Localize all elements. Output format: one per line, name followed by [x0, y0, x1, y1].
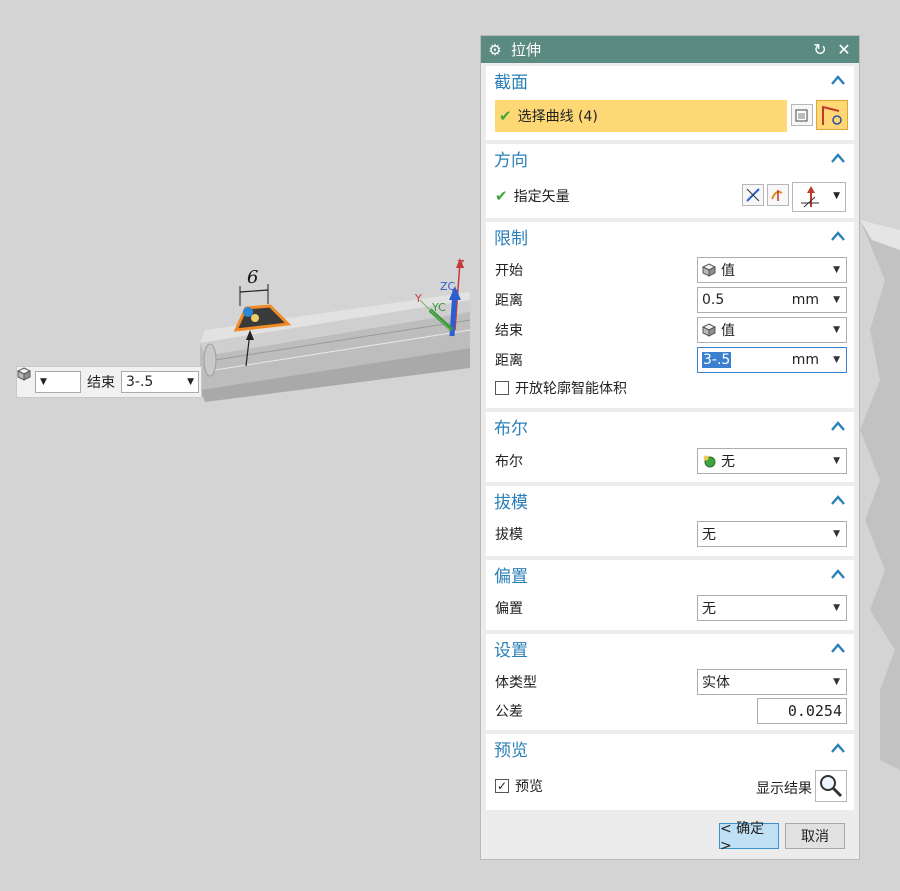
- magnifier-icon: [820, 775, 843, 798]
- chevron-down-icon: ▼: [833, 456, 840, 466]
- sketch-icon: [795, 109, 808, 122]
- offset-panel: 偏置 偏置 无 ▼: [486, 560, 854, 630]
- curve-button[interactable]: [816, 100, 848, 130]
- offset-dropdown[interactable]: 无 ▼: [697, 595, 847, 621]
- chevron-up-icon[interactable]: [830, 642, 846, 654]
- mini-toolbar: ▼ 结束 3-.5 ▼: [16, 366, 202, 398]
- start-type-dropdown[interactable]: 值 ▼: [697, 257, 847, 283]
- dialog-title: 拉伸: [511, 41, 542, 59]
- svg-text:Z: Z: [457, 258, 465, 271]
- reverse-direction-icon: [746, 188, 760, 202]
- sketch-section-button[interactable]: [791, 104, 813, 126]
- settings-header[interactable]: 设置: [486, 634, 854, 662]
- gear-icon[interactable]: ⚙: [487, 41, 503, 59]
- mini-end-label: 结束: [87, 375, 115, 391]
- preview-header[interactable]: 预览: [486, 734, 854, 762]
- mini-end-value-field[interactable]: 3-.5 ▼: [121, 371, 199, 393]
- chevron-down-icon: ▼: [833, 295, 840, 305]
- sketch-point: [243, 307, 253, 317]
- gear-part: [860, 220, 900, 770]
- preview-panel: 预览 ✓ 预览 显示结果: [486, 734, 854, 810]
- section-header[interactable]: 截面: [486, 66, 854, 94]
- reset-icon[interactable]: ↻: [811, 40, 829, 59]
- auto-vector-icon: [801, 186, 819, 208]
- offset-header[interactable]: 偏置: [486, 560, 854, 588]
- draft-row: 拔模 无 ▼: [486, 520, 854, 548]
- cube-icon: [17, 367, 31, 381]
- direction-header[interactable]: 方向: [486, 144, 854, 172]
- distance2-row: 距离 3-.5 mm ▼: [486, 346, 854, 374]
- body-type-dropdown[interactable]: 实体 ▼: [697, 669, 847, 695]
- preview-checkbox[interactable]: ✓: [495, 779, 509, 793]
- show-result-button[interactable]: [815, 770, 847, 802]
- chevron-down-icon: ▼: [40, 377, 47, 387]
- start-row: 开始 值 ▼: [486, 256, 854, 284]
- draft-panel: 拔模 拔模 无 ▼: [486, 486, 854, 556]
- chevron-up-icon[interactable]: [830, 74, 846, 86]
- open-profile-checkbox[interactable]: [495, 381, 509, 395]
- cancel-button[interactable]: 取消: [785, 823, 845, 849]
- tolerance-row: 公差 0.0254: [486, 697, 854, 725]
- boolean-header[interactable]: 布尔: [486, 412, 854, 440]
- limits-header[interactable]: 限制: [486, 222, 854, 250]
- chevron-up-icon[interactable]: [830, 230, 846, 242]
- end-distance-field[interactable]: 3-.5 mm ▼: [697, 347, 847, 373]
- distance1-row: 距离 0.5 mm ▼: [486, 286, 854, 314]
- draft-header[interactable]: 拔模: [486, 486, 854, 514]
- draft-dropdown[interactable]: 无 ▼: [697, 521, 847, 547]
- tolerance-field[interactable]: 0.0254: [757, 698, 847, 724]
- chevron-up-icon[interactable]: [830, 152, 846, 164]
- section-panel: 截面 ✔ 选择曲线 (4): [486, 66, 854, 140]
- reverse-direction-button[interactable]: [742, 184, 764, 206]
- chevron-up-icon[interactable]: [830, 568, 846, 580]
- boolean-none-icon: [703, 455, 716, 468]
- curve-icon: [822, 105, 842, 125]
- settings-panel: 设置 体类型 实体 ▼ 公差 0.0254: [486, 634, 854, 730]
- chevron-down-icon: ▼: [833, 603, 840, 613]
- show-result-label: 显示结果: [756, 781, 812, 797]
- start-distance-field[interactable]: 0.5 mm ▼: [697, 287, 847, 313]
- boolean-dropdown[interactable]: 无 ▼: [697, 448, 847, 474]
- limits-panel: 限制 开始 值 ▼ 距离 0.5 mm ▼ 结束 值 ▼ 距离 3-.5 mm …: [486, 222, 854, 408]
- svg-text:Y: Y: [414, 292, 422, 305]
- ok-button[interactable]: < 确定 >: [719, 821, 779, 854]
- body-type-row: 体类型 实体 ▼: [486, 668, 854, 696]
- chevron-down-icon: ▼: [833, 191, 840, 201]
- chevron-up-icon[interactable]: [830, 742, 846, 754]
- chevron-up-icon[interactable]: [830, 494, 846, 506]
- vector-dialog-button[interactable]: [767, 184, 789, 206]
- close-icon[interactable]: ✕: [835, 40, 853, 59]
- vector-type-dropdown[interactable]: ▼: [792, 182, 846, 212]
- dialog-titlebar[interactable]: ⚙ 拉伸 ↻ ✕: [481, 36, 859, 63]
- svg-text:YC: YC: [431, 301, 446, 314]
- offset-row: 偏置 无 ▼: [486, 594, 854, 622]
- end-row: 结束 值 ▼: [486, 316, 854, 344]
- end-type-dropdown[interactable]: 值 ▼: [697, 317, 847, 343]
- boolean-row: 布尔 无 ▼: [486, 447, 854, 475]
- check-icon: ✔: [495, 187, 508, 205]
- open-profile-row[interactable]: 开放轮廓智能体积: [486, 374, 854, 402]
- chevron-down-icon: ▼: [833, 355, 840, 365]
- check-icon: ✔: [499, 107, 512, 125]
- extrude-dialog: ⚙ 拉伸 ↻ ✕ 截面 ✔ 选择曲线 (4) 方向 ✔ 指定矢量 ▼ 限制 开始…: [480, 35, 860, 860]
- boolean-panel: 布尔 布尔 无 ▼: [486, 412, 854, 482]
- chevron-down-icon: ▼: [187, 377, 194, 387]
- vector-icon: [771, 190, 783, 201]
- cube-icon: [702, 263, 716, 277]
- chevron-down-icon: ▼: [833, 265, 840, 275]
- dimension-label[interactable]: 6: [247, 267, 258, 288]
- svg-text:ZC: ZC: [440, 280, 456, 293]
- chevron-up-icon[interactable]: [830, 420, 846, 432]
- cube-icon: [702, 323, 716, 337]
- chevron-down-icon: ▼: [833, 677, 840, 687]
- direction-panel: 方向 ✔ 指定矢量 ▼: [486, 144, 854, 218]
- select-curve-row[interactable]: ✔ 选择曲线 (4): [495, 100, 787, 132]
- mini-limit-type-dropdown[interactable]: ▼: [17, 367, 81, 393]
- chevron-down-icon: ▼: [833, 529, 840, 539]
- chevron-down-icon: ▼: [833, 325, 840, 335]
